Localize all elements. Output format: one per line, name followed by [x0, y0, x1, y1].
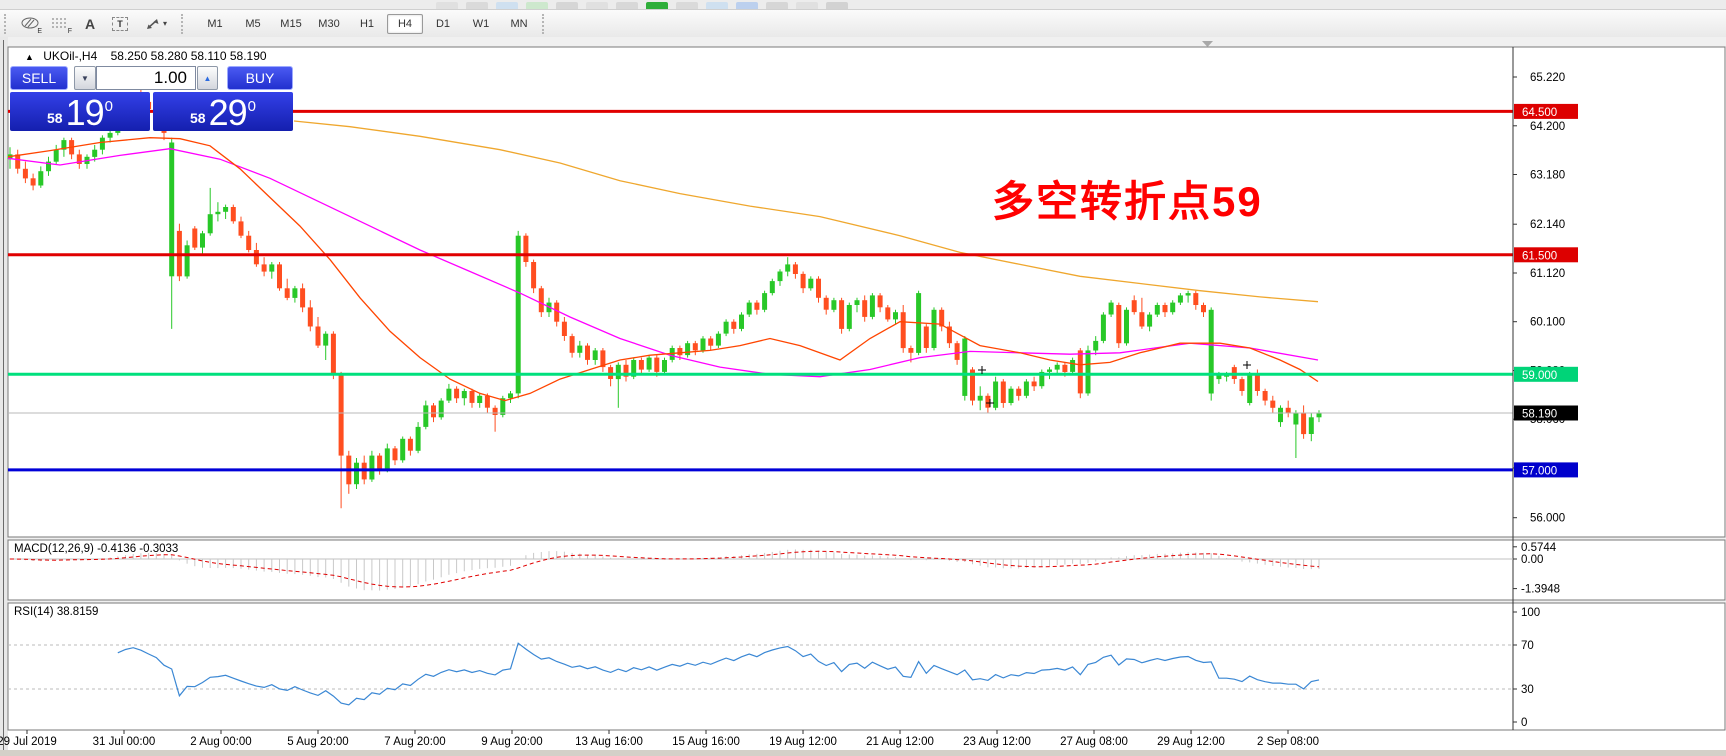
- time-tick-label: 19 Aug 12:00: [769, 736, 837, 748]
- price-badge-label: 64.500: [1522, 107, 1557, 119]
- rsi-label: RSI(14) 38.8159: [14, 606, 98, 618]
- price-tick-label: 56.000: [1530, 513, 1565, 525]
- macd-label: MACD(12,26,9) -0.4136 -0.3033: [14, 543, 178, 555]
- time-tick-label: 29 Jul 2019: [0, 736, 57, 748]
- svg-text:100: 100: [1521, 607, 1540, 619]
- sell-price-display[interactable]: 58 19 0: [10, 92, 150, 131]
- sell-button[interactable]: SELL: [10, 66, 68, 90]
- sell-price-big: 19: [65, 92, 105, 133]
- svg-text:0: 0: [1521, 717, 1527, 729]
- volume-input[interactable]: [96, 66, 196, 90]
- chart-header: ▲ UKOil-,H4 58.250 58.280 58.110 58.190: [25, 49, 267, 63]
- trade-panel-top-row: SELL ▼ ▲ BUY: [10, 66, 293, 90]
- buy-price-sup: 0: [247, 98, 256, 115]
- symbol-period-label: UKOil-,H4: [43, 49, 98, 63]
- volume-decrease-button[interactable]: ▼: [74, 66, 96, 90]
- price-tick-label: 61.120: [1530, 268, 1565, 280]
- time-tick-label: 5 Aug 20:00: [287, 736, 348, 748]
- buy-price-small: 58: [190, 110, 206, 126]
- time-tick-label: 21 Aug 12:00: [866, 736, 934, 748]
- svg-text:0.5744: 0.5744: [1521, 542, 1557, 554]
- svg-text:30: 30: [1521, 684, 1534, 696]
- collapse-icon[interactable]: ▲: [25, 52, 34, 62]
- time-tick-label: 2 Sep 08:00: [1257, 736, 1319, 748]
- buy-price-big: 29: [208, 92, 248, 133]
- status-strip: [0, 750, 1726, 756]
- time-tick-label: 23 Aug 12:00: [963, 736, 1031, 748]
- sell-price-sup: 0: [104, 98, 113, 115]
- buy-button[interactable]: BUY: [227, 66, 293, 90]
- chart-annotation-text[interactable]: 多空转折点59: [992, 168, 1263, 229]
- buy-price-display[interactable]: 58 29 0: [153, 92, 293, 131]
- time-tick-label: 2 Aug 00:00: [190, 736, 251, 748]
- price-badge-label: 57.000: [1522, 465, 1557, 477]
- price-tick-label: 63.180: [1530, 170, 1565, 182]
- mt4-window: { "background_strip": { "nubs": ["#e0e0e…: [0, 0, 1726, 756]
- one-click-trading-panel: SELL ▼ ▲ BUY 58 19 0 58 29 0: [10, 66, 293, 131]
- price-tick-label: 65.220: [1530, 72, 1565, 84]
- svg-text:-1.3948: -1.3948: [1521, 584, 1560, 596]
- time-tick-label: 15 Aug 16:00: [672, 736, 740, 748]
- time-tick-label: 9 Aug 20:00: [481, 736, 542, 748]
- ohlc-values: 58.250 58.280 58.110 58.190: [110, 49, 267, 63]
- time-tick-label: 7 Aug 20:00: [384, 736, 445, 748]
- svg-text:0.00: 0.00: [1521, 554, 1543, 566]
- price-tick-label: 62.140: [1530, 219, 1565, 231]
- price-tick-label: 60.100: [1530, 317, 1565, 329]
- time-tick-label: 31 Jul 00:00: [93, 736, 156, 748]
- sell-price-small: 58: [47, 110, 63, 126]
- price-badge-label: 58.190: [1522, 409, 1557, 421]
- price-badge-label: 61.500: [1522, 250, 1557, 262]
- time-tick-label: 27 Aug 08:00: [1060, 736, 1128, 748]
- volume-increase-button[interactable]: ▲: [197, 66, 218, 90]
- price-badge-label: 59.000: [1522, 370, 1557, 382]
- price-tick-label: 64.200: [1530, 121, 1565, 133]
- time-tick-label: 29 Aug 12:00: [1157, 736, 1225, 748]
- svg-text:70: 70: [1521, 640, 1534, 652]
- time-tick-label: 13 Aug 16:00: [575, 736, 643, 748]
